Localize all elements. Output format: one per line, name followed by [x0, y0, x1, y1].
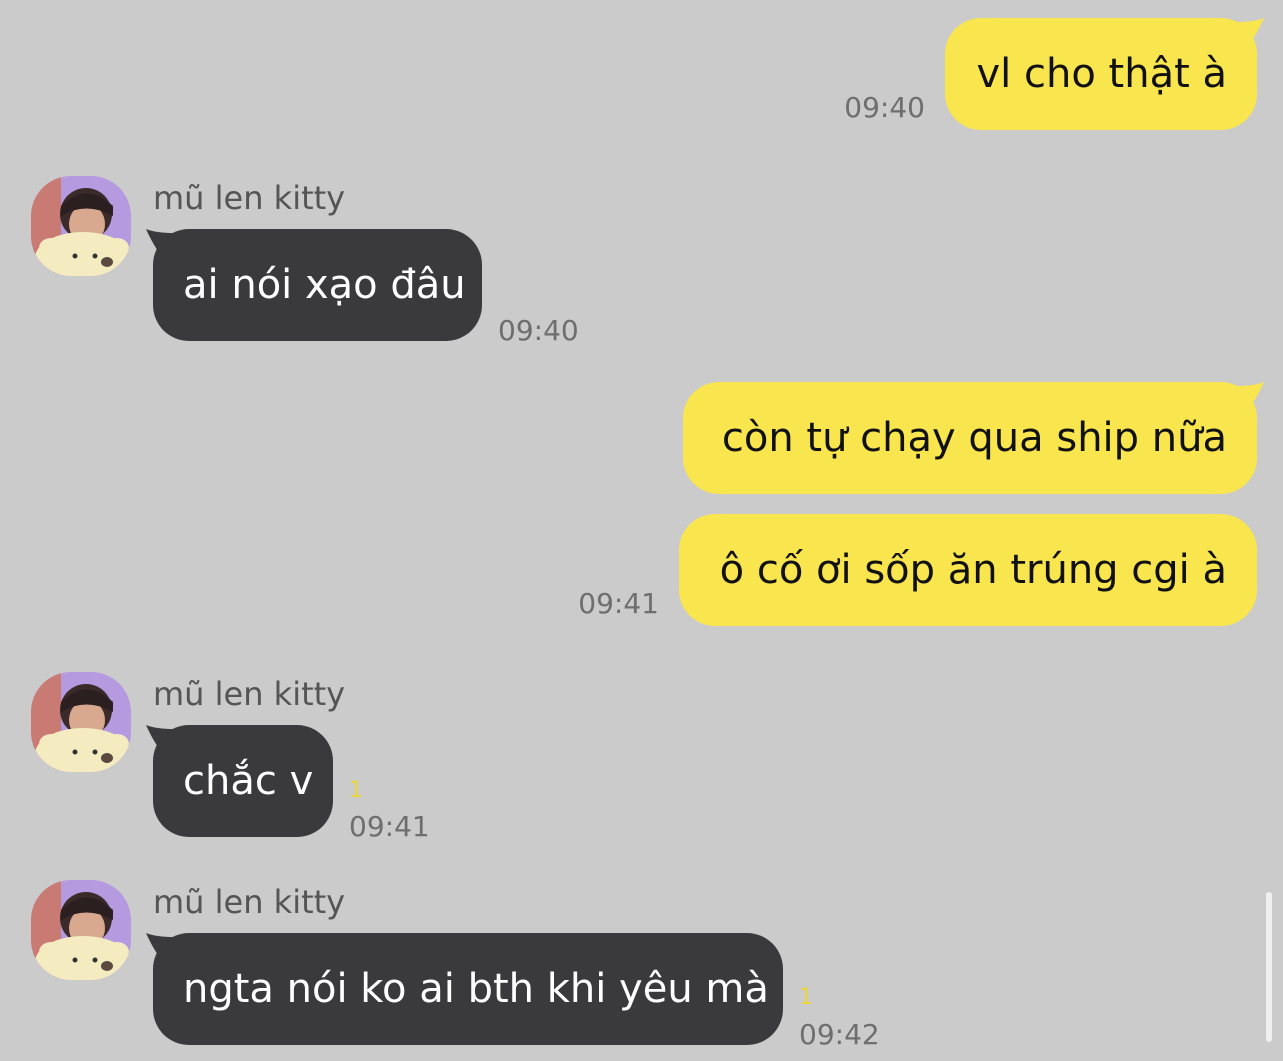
incoming-message-bubble[interactable]: ai nói xạo đâu	[153, 229, 482, 341]
outgoing-message-bubble[interactable]: vl cho thật à	[945, 18, 1257, 130]
incoming-message-bubble[interactable]: ngta nói ko ai bth khi yêu mà	[153, 933, 783, 1045]
avatar[interactable]	[31, 672, 131, 772]
bubble-tail-icon	[1236, 382, 1264, 410]
incoming-message-bubble[interactable]: chắc v	[153, 725, 333, 837]
sender-name: mũ len kitty	[153, 675, 346, 713]
message-timestamp: 09:41	[349, 810, 430, 843]
sender-name: mũ len kitty	[153, 883, 346, 921]
avatar-photo-icon	[31, 672, 131, 772]
unread-count: 1	[349, 778, 363, 803]
avatar[interactable]	[31, 176, 131, 276]
message-text: ô cố ơi sốp ăn trúng cgi à	[719, 547, 1227, 593]
sender-name: mũ len kitty	[153, 179, 346, 217]
message-text: chắc v	[183, 758, 314, 804]
avatar-photo-icon	[31, 176, 131, 276]
message-timestamp: 09:42	[799, 1018, 880, 1051]
message-text: ngta nói ko ai bth khi yêu mà	[183, 966, 769, 1012]
message-timestamp: 09:41	[578, 587, 659, 620]
outgoing-message-bubble[interactable]: còn tự chạy qua ship nữa	[683, 382, 1257, 494]
outgoing-message-bubble[interactable]: ô cố ơi sốp ăn trúng cgi à	[679, 514, 1257, 626]
message-text: ai nói xạo đâu	[183, 262, 466, 308]
message-text: vl cho thật à	[976, 51, 1228, 97]
avatar[interactable]	[31, 880, 131, 980]
scrollbar[interactable]	[1266, 892, 1272, 1042]
unread-count: 1	[799, 985, 813, 1010]
message-timestamp: 09:40	[498, 314, 579, 347]
message-timestamp: 09:40	[844, 91, 925, 124]
message-text: còn tự chạy qua ship nữa	[721, 415, 1227, 461]
bubble-tail-icon	[1236, 18, 1264, 46]
avatar-photo-icon	[31, 880, 131, 980]
